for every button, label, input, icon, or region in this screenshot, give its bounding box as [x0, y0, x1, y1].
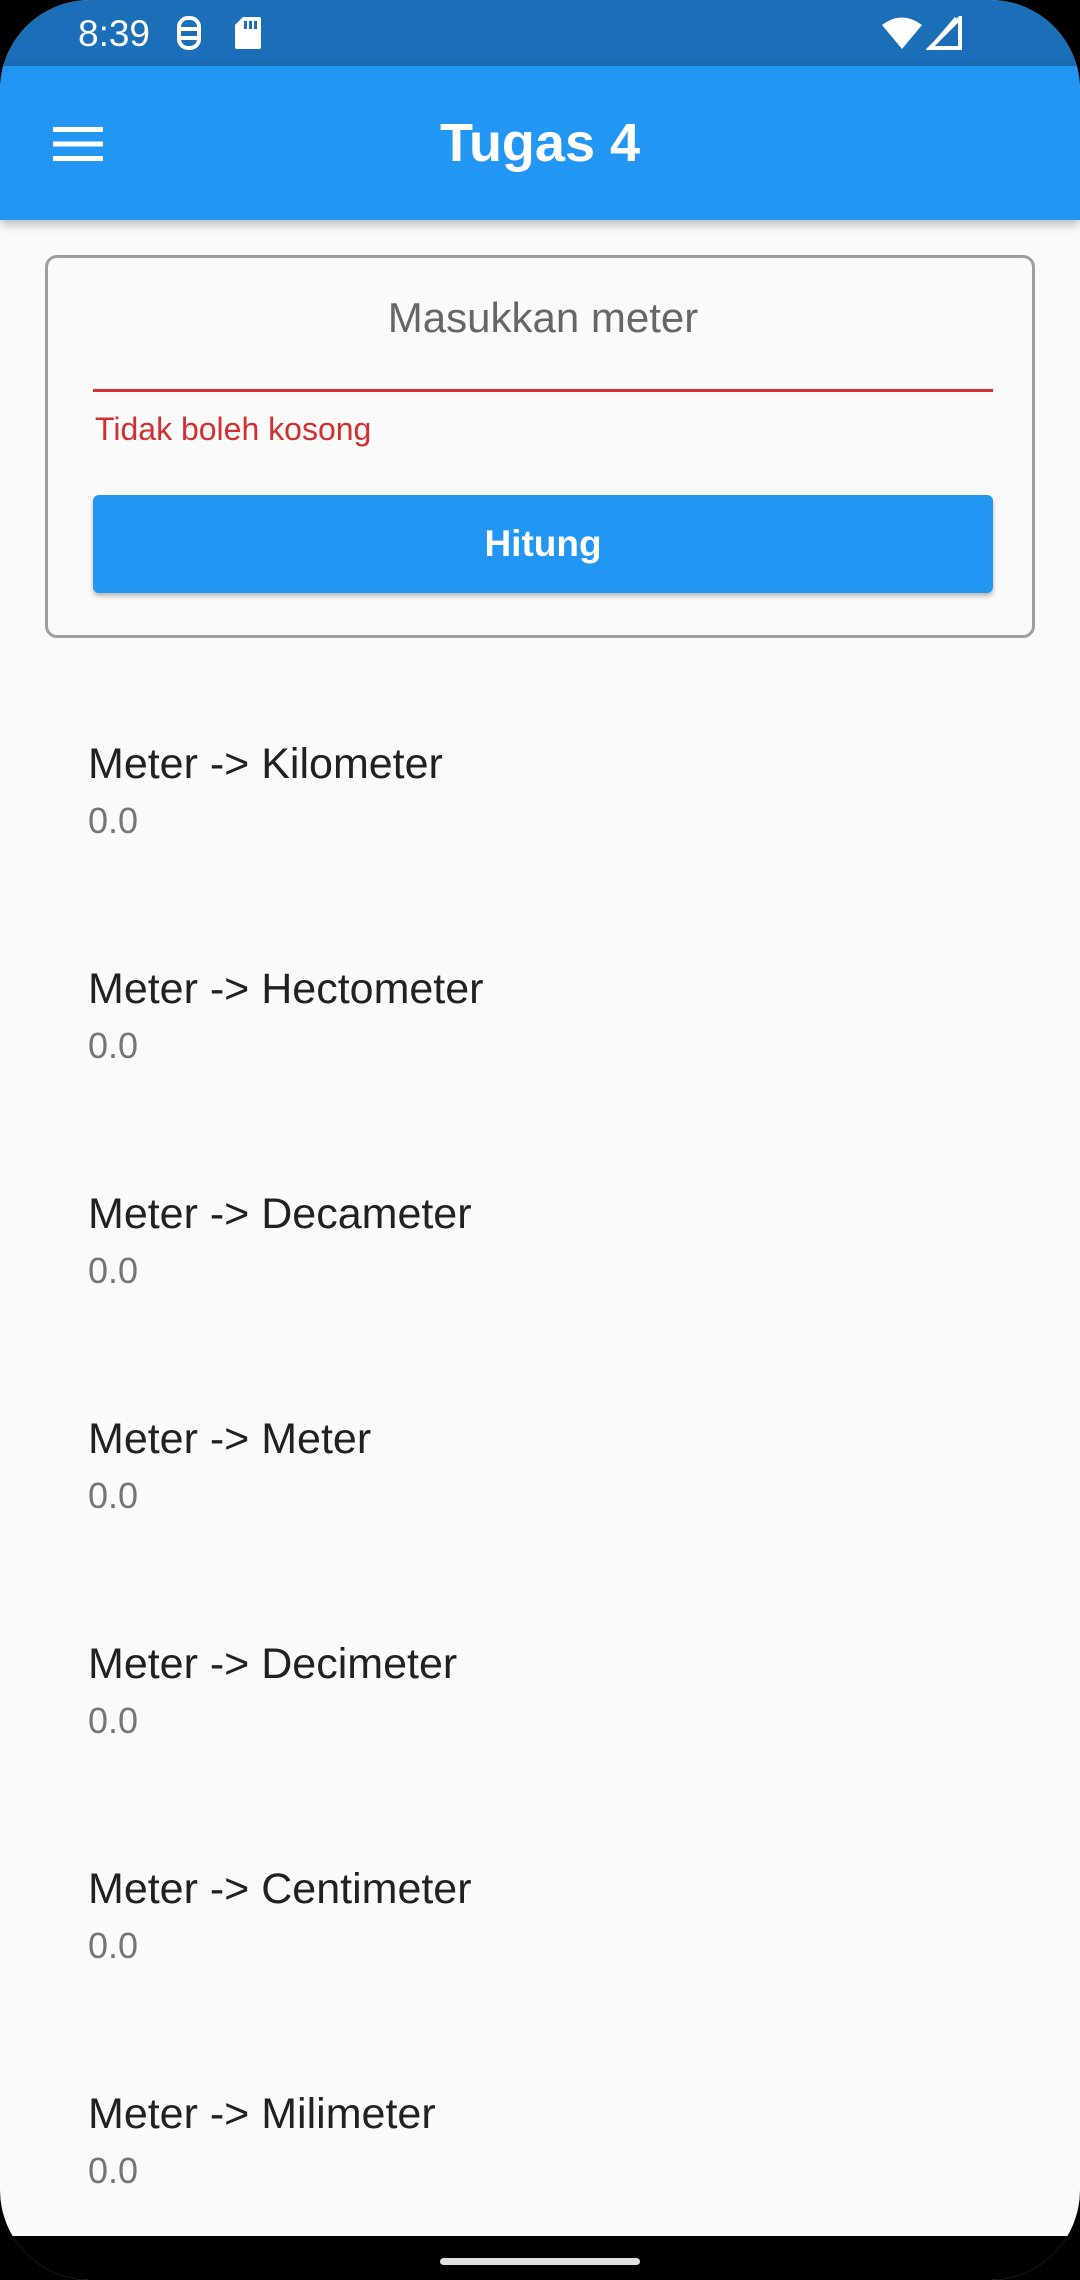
notification-icon: [172, 14, 206, 57]
list-item: Meter -> Decimeter 0.0: [0, 1590, 1080, 1815]
input-underline: [93, 389, 993, 392]
home-indicator[interactable]: [440, 2258, 640, 2265]
result-value: 0.0: [88, 1700, 139, 1741]
list-item: Meter -> Kilometer 0.0: [0, 690, 1080, 915]
result-value: 0.0: [88, 1475, 139, 1516]
list-item: Meter -> Meter 0.0: [0, 1365, 1080, 1590]
result-label: Meter -> Meter: [88, 1415, 372, 1463]
result-label: Meter -> Hectometer: [88, 965, 484, 1013]
sd-card-icon: [233, 14, 263, 57]
result-label: Meter -> Decameter: [88, 1190, 472, 1238]
navigation-bar: [0, 2236, 1080, 2280]
result-label: Meter -> Milimeter: [88, 2090, 436, 2138]
app-bar: Tugas 4: [0, 66, 1080, 220]
result-value: 0.0: [88, 1925, 139, 1966]
error-message: Tidak boleh kosong: [95, 411, 372, 447]
meter-input[interactable]: [93, 288, 993, 348]
list-item: Meter -> Decameter 0.0: [0, 1140, 1080, 1365]
result-value: 0.0: [88, 2150, 139, 2191]
input-card: Tidak boleh kosong Hitung: [45, 255, 1035, 638]
result-value: 0.0: [88, 1025, 139, 1066]
app-screen: 8:39 Tugas 4 Masukkan meter Tidak boleh …: [0, 0, 1080, 2280]
signal-icon: [925, 13, 964, 55]
result-value: 0.0: [88, 1250, 139, 1291]
status-bar: 8:39: [0, 0, 1080, 66]
page-title: Tugas 4: [439, 113, 641, 173]
list-item: Meter -> Centimeter 0.0: [0, 1815, 1080, 2040]
list-item: Meter -> Hectometer 0.0: [0, 915, 1080, 1140]
status-time: 8:39: [78, 13, 151, 54]
wifi-icon: [880, 16, 924, 55]
result-label: Meter -> Kilometer: [88, 740, 443, 788]
list-item: Meter -> Milimeter 0.0: [0, 2040, 1080, 2265]
result-label: Meter -> Centimeter: [88, 1865, 472, 1913]
result-value: 0.0: [88, 800, 139, 841]
result-label: Meter -> Decimeter: [88, 1640, 458, 1688]
result-list: Meter -> Kilometer 0.0 Meter -> Hectomet…: [0, 690, 1080, 2265]
hitung-button[interactable]: Hitung: [93, 495, 993, 593]
